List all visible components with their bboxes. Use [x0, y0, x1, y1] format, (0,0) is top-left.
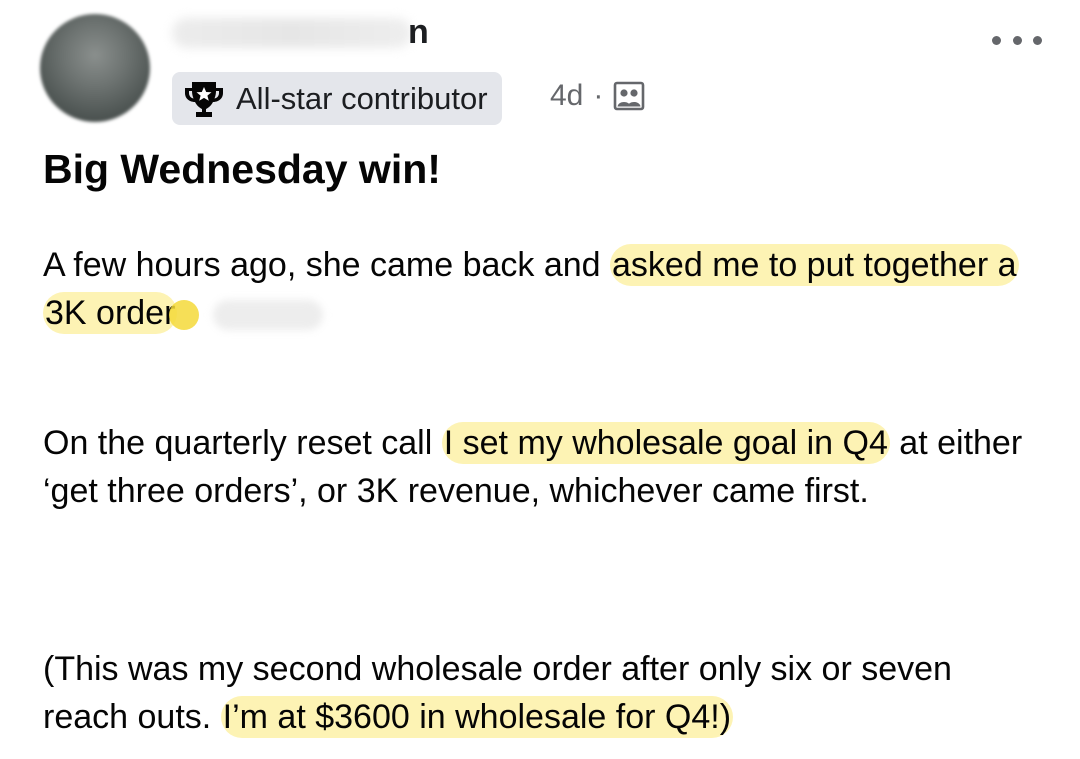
redacted-text	[213, 300, 324, 331]
badge-label: All-star contributor	[236, 80, 488, 116]
paragraph-1: A few hours ago, she came back and asked…	[43, 241, 1043, 337]
post-title: Big Wednesday win!	[43, 146, 441, 192]
post-age[interactable]: 4d	[550, 79, 583, 113]
paragraph-2: On the quarterly reset call I set my who…	[43, 419, 1043, 515]
paragraph-1-text: A few hours ago, she came back and	[43, 246, 611, 284]
author-name-redacted[interactable]	[172, 18, 412, 48]
paragraph-2-text: On the quarterly reset call	[43, 424, 442, 462]
more-options-button[interactable]	[992, 26, 1042, 54]
author-name-visible-tail[interactable]: n	[408, 12, 429, 52]
trophy-icon	[185, 81, 223, 117]
highlight-end-marker	[169, 300, 200, 331]
more-dots-icon	[992, 35, 1001, 45]
paragraph-3-highlight: I’m at $3600 in wholesale for Q4!)	[220, 696, 734, 738]
paragraph-2-highlight: I set my wholesale goal in Q4	[441, 422, 890, 464]
post-meta: 4d ·	[550, 76, 645, 116]
paragraph-3: (This was my second wholesale order afte…	[43, 645, 1043, 741]
group-icon[interactable]	[613, 81, 645, 111]
meta-separator: ·	[593, 79, 604, 112]
all-star-contributor-badge[interactable]: All-star contributor	[172, 72, 502, 125]
author-avatar[interactable]	[40, 14, 150, 122]
